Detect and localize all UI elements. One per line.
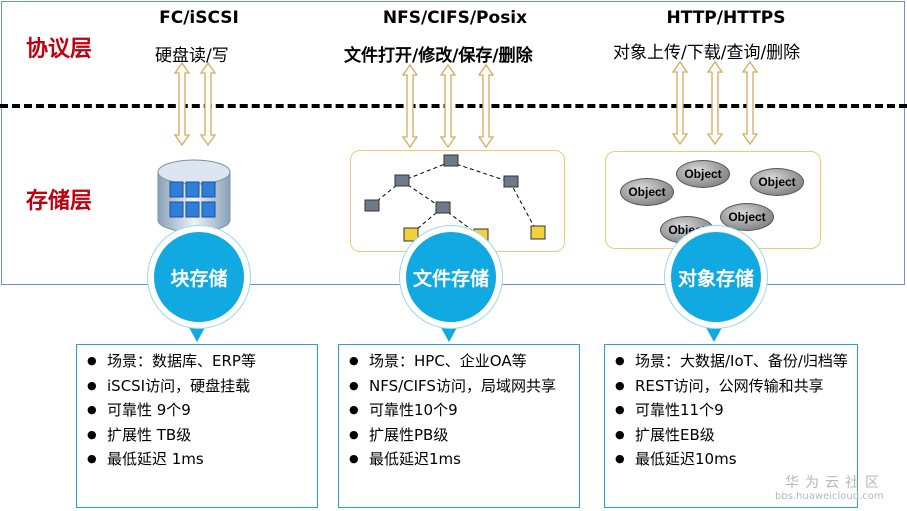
feature-item: 最低延迟1ms <box>349 447 579 472</box>
feature-item: iSCSI访问，硬盘挂载 <box>87 374 317 399</box>
feature-item: NFS/CIFS访问，局域网共享 <box>349 374 579 399</box>
feature-item: 扩展性EB级 <box>615 423 857 448</box>
object-arrow-1 <box>672 61 688 145</box>
feature-item: 扩展性PB级 <box>349 423 579 448</box>
feature-item: 可靠性10个9 <box>349 398 579 423</box>
feature-item: 可靠性11个9 <box>615 398 857 423</box>
object-arrow-2 <box>707 61 723 145</box>
file-arrow-1 <box>402 64 418 148</box>
object-node: Object <box>676 160 730 188</box>
block-storage-badge: 块存储 <box>148 226 250 328</box>
block-arrow-2 <box>200 62 216 146</box>
feature-item: 场景：数据库、ERP等 <box>87 349 317 374</box>
disk-icon <box>157 159 231 233</box>
object-arrow-3 <box>742 61 758 145</box>
file-storage-badge: 文件存储 <box>400 226 502 328</box>
file-arrow-3 <box>478 64 494 148</box>
block-arrow-1 <box>174 62 190 146</box>
feature-item: 最低延迟10ms <box>615 447 857 472</box>
feature-item: 最低延迟 1ms <box>87 447 317 472</box>
feature-item: 扩展性 TB级 <box>87 423 317 448</box>
file-storage-features: 场景：HPC、企业OA等 NFS/CIFS访问，局域网共享 可靠性10个9 扩展… <box>338 344 580 508</box>
watermark-url: bbs.huaweicloud.com <box>775 491 884 502</box>
feature-item: REST访问，公网传输和共享 <box>615 374 857 399</box>
object-node: Object <box>750 168 804 196</box>
object-storage-badge: 对象存储 <box>665 226 767 328</box>
file-arrow-2 <box>440 64 456 148</box>
feature-item: 场景：HPC、企业OA等 <box>349 349 579 374</box>
watermark-brand: 华为云社区 <box>785 475 885 491</box>
feature-item: 场景：大数据/IoT、备份/归档等 <box>615 349 855 374</box>
object-node: Object <box>620 178 674 206</box>
feature-item: 可靠性 9个9 <box>87 398 317 423</box>
block-storage-features: 场景：数据库、ERP等 iSCSI访问，硬盘挂载 可靠性 9个9 扩展性 TB级… <box>76 344 318 508</box>
